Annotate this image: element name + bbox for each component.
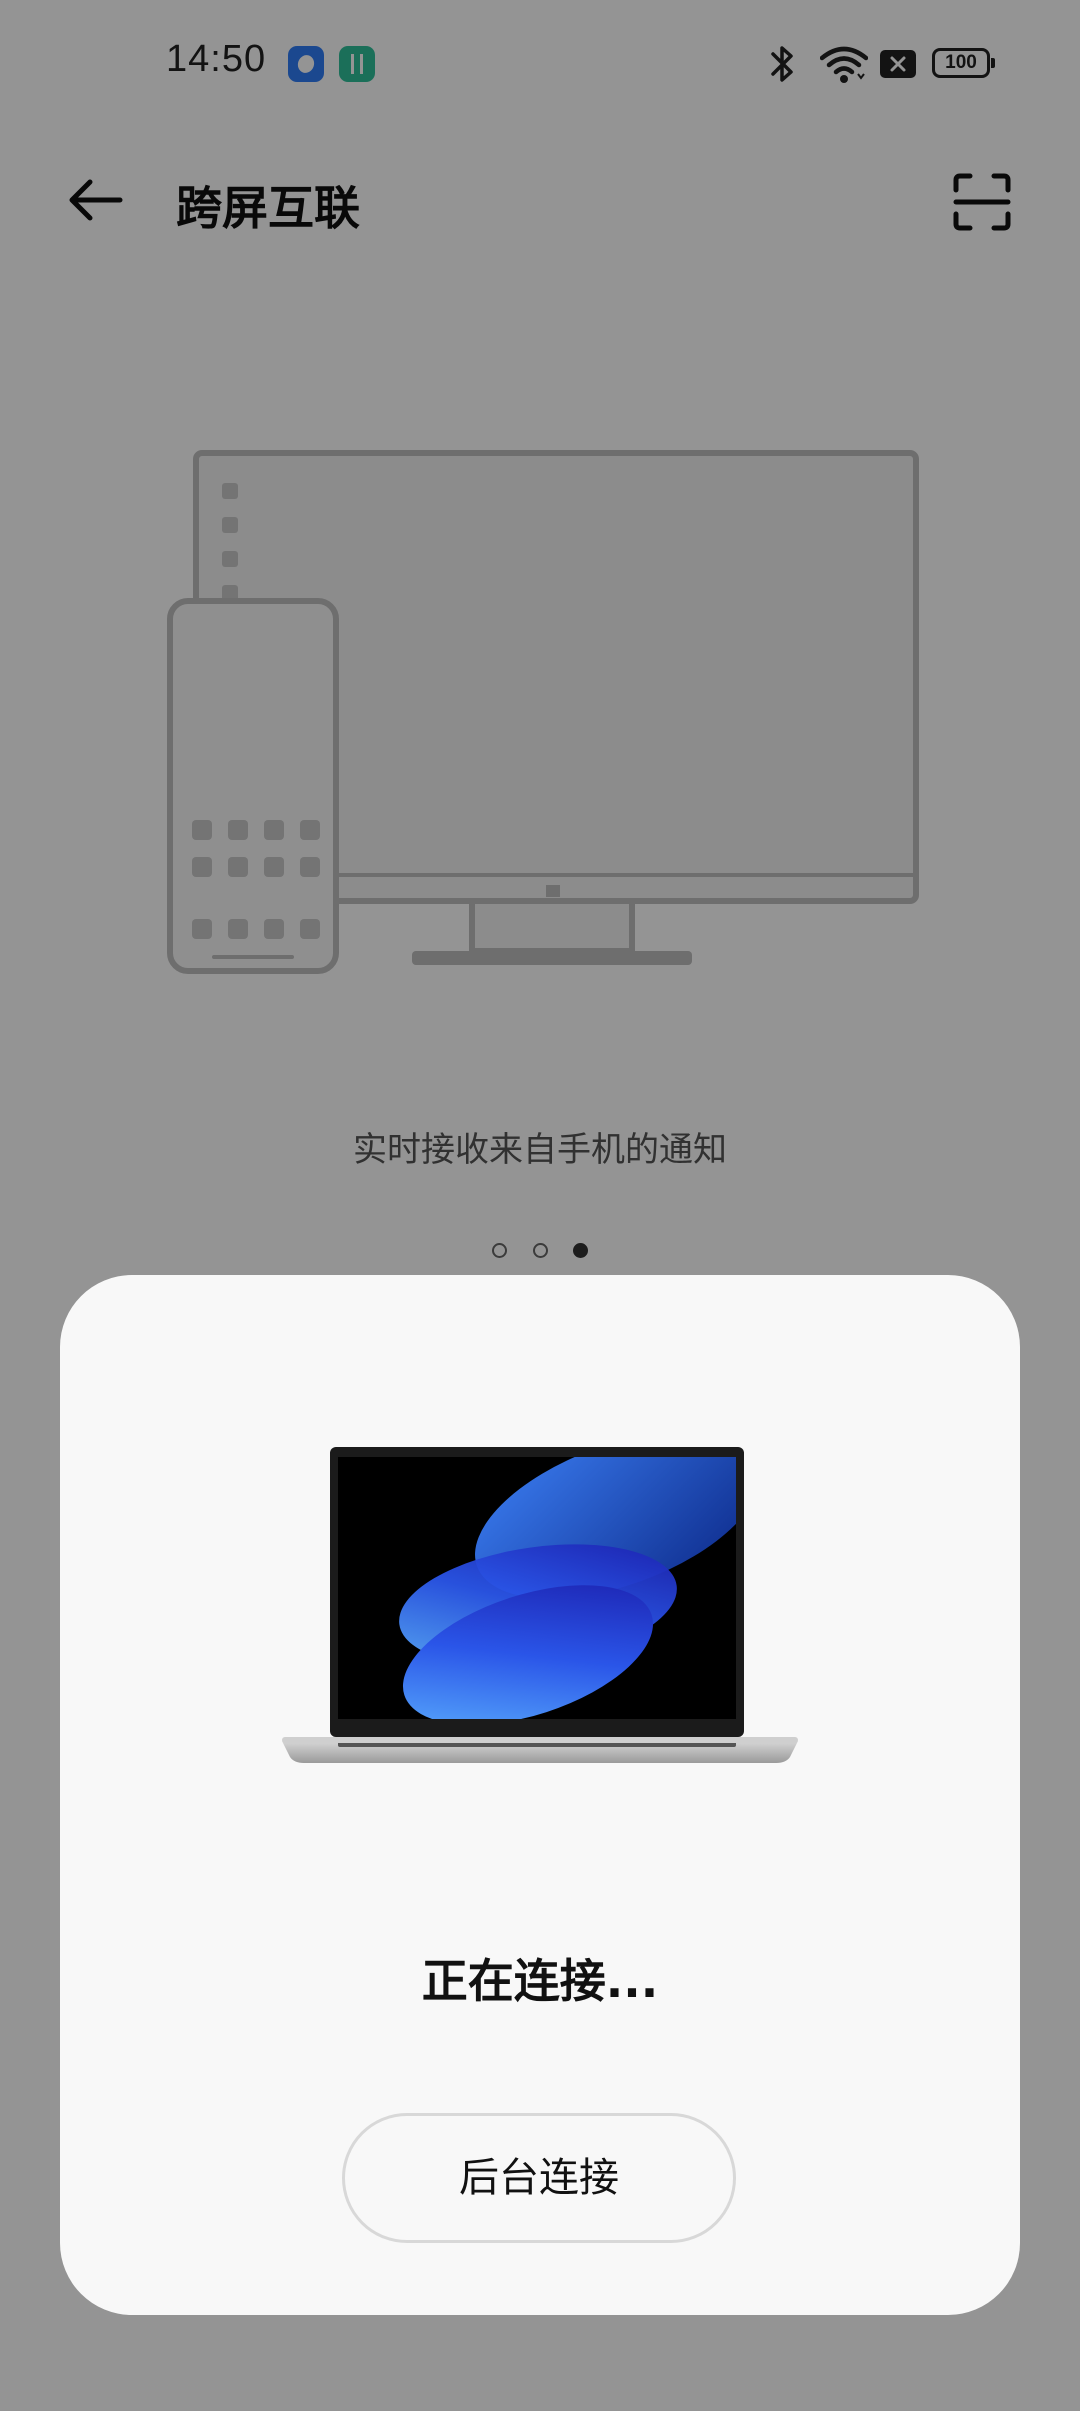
background-connect-button[interactable]: 后台连接: [342, 2113, 736, 2243]
dialog-title: 正在连接...: [421, 1954, 659, 2008]
screen: 14:50 100 跨屏互联 实时接收来自手机的通知 正在连接... 后台连接: [0, 0, 1080, 2411]
connecting-dialog: 正在连接... 后台连接: [60, 1275, 1020, 2315]
laptop-image: [282, 1447, 798, 1763]
